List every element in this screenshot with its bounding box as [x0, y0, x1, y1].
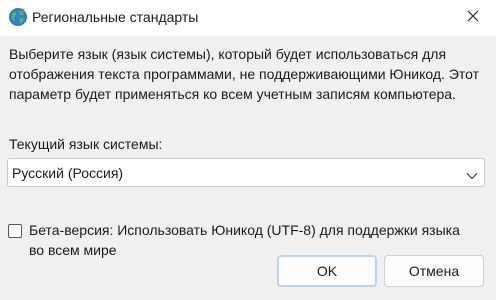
chevron-down-icon	[466, 168, 478, 180]
beta-utf8-checkbox-label[interactable]: Бета-версия: Использовать Юникод (UTF-8)…	[29, 220, 469, 260]
description-text: Выберите язык (язык системы), который бу…	[9, 46, 480, 102]
regional-settings-dialog: Региональные стандарты Выберите язык (яз…	[0, 0, 496, 300]
beta-utf8-checkbox[interactable]	[8, 224, 22, 238]
selected-language-value: Русский (Россия)	[12, 165, 124, 181]
title-bar: Региональные стандарты	[0, 0, 496, 36]
ok-button[interactable]: OK	[277, 255, 377, 287]
system-language-select[interactable]: Русский (Россия)	[7, 158, 485, 187]
current-language-label: Текущий язык системы:	[9, 136, 163, 152]
close-button[interactable]	[450, 0, 496, 36]
cancel-button[interactable]: Отмена	[384, 255, 484, 287]
window-title: Региональные стандарты	[32, 9, 199, 25]
close-icon	[467, 9, 479, 27]
globe-icon	[8, 7, 28, 27]
dialog-body: Выберите язык (язык системы), который бу…	[0, 36, 496, 300]
